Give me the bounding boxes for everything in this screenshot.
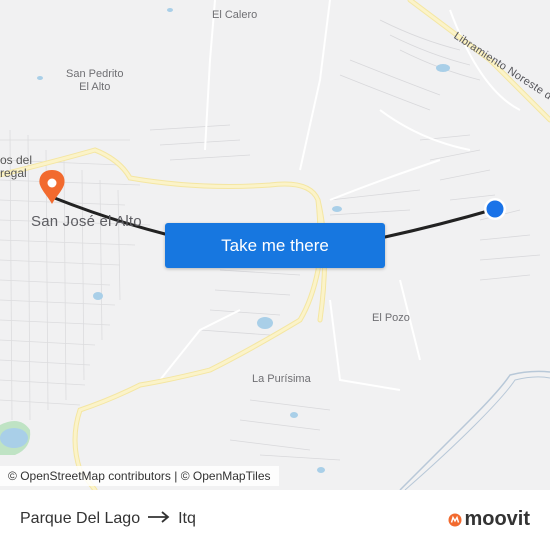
place-label-el-pozo: El Pozo bbox=[372, 312, 410, 324]
arrow-right-icon bbox=[148, 510, 170, 528]
attribution-separator: | © bbox=[170, 469, 193, 483]
origin-label: Parque Del Lago bbox=[20, 510, 141, 527]
moovit-logo[interactable]: moovit bbox=[448, 508, 530, 531]
map-attribution: © OpenStreetMap contributors | © OpenMap… bbox=[0, 466, 279, 486]
take-me-there-button[interactable]: Take me there bbox=[165, 223, 385, 268]
route-summary: Parque Del Lago Itq bbox=[20, 510, 196, 528]
moovit-wordmark: moovit bbox=[464, 508, 530, 530]
moovit-logo-icon bbox=[448, 513, 462, 526]
map-canvas[interactable]: El Calero San Pedrito El Alto os del reg… bbox=[0, 0, 550, 490]
place-label-el-calero: El Calero bbox=[212, 9, 258, 21]
openmaptiles-attribution-link[interactable]: OpenMapTiles bbox=[193, 469, 271, 483]
footer-bar: Parque Del Lago Itq moovit bbox=[0, 490, 550, 550]
destination-dot-icon bbox=[484, 198, 506, 220]
osm-attribution-link[interactable]: OpenStreetMap contributors bbox=[20, 469, 171, 483]
place-label-regal-fragment: regal bbox=[0, 166, 27, 180]
place-label-san-jose-el-alto: San José el Alto bbox=[31, 213, 142, 230]
place-label-la-purisima: La Purísima bbox=[252, 373, 311, 385]
attribution-prefix: © bbox=[8, 469, 21, 483]
destination-label: Itq bbox=[178, 510, 196, 527]
place-label-san-pedrito-el-alto: San Pedrito El Alto bbox=[66, 68, 124, 93]
